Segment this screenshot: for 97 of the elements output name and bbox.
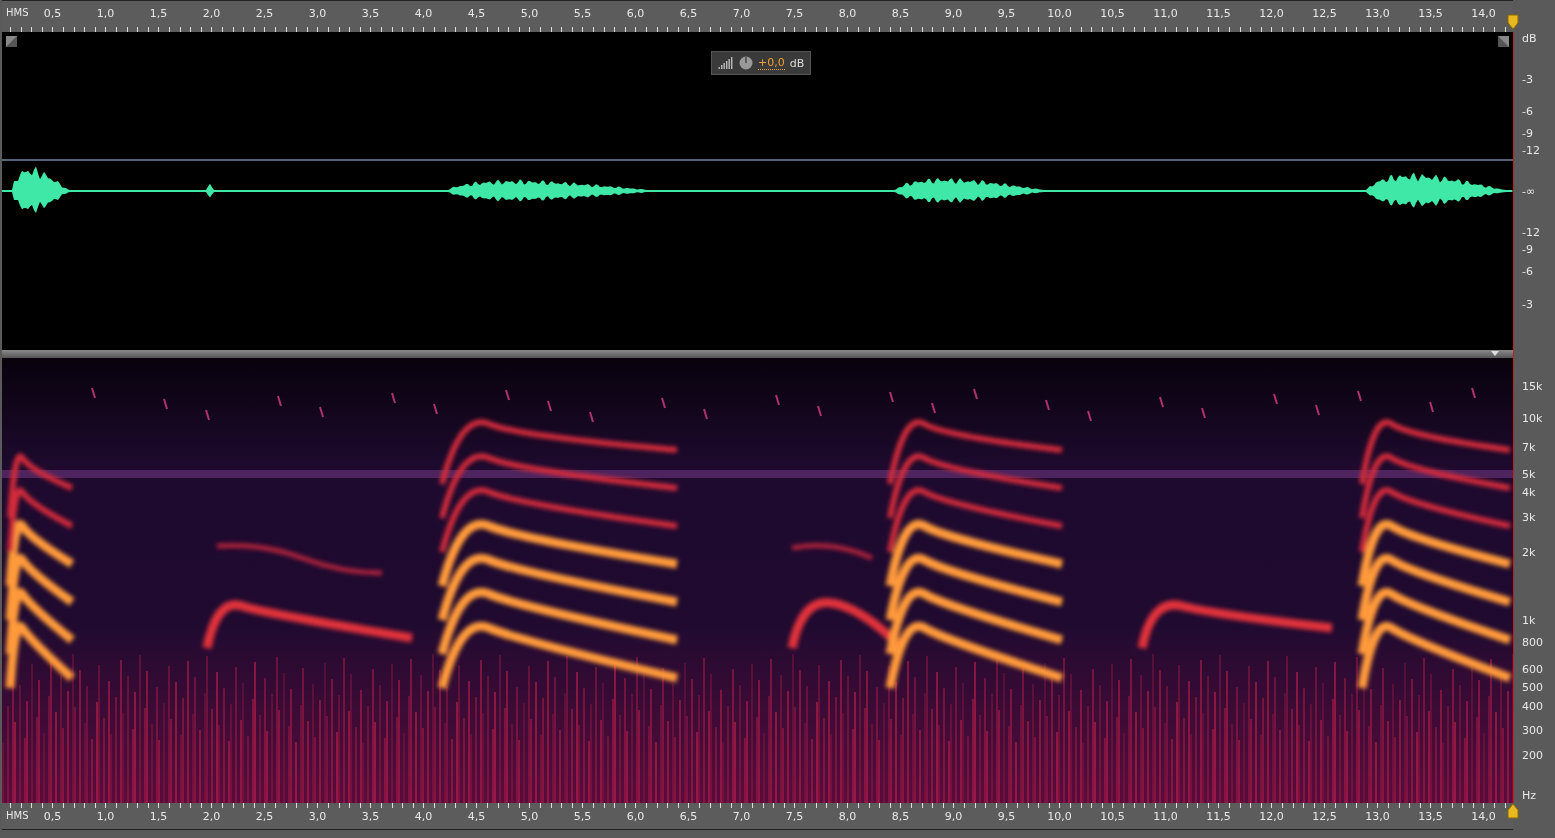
time-label: 1,5 xyxy=(148,810,169,823)
time-label: 9,0 xyxy=(943,7,964,20)
time-label: 14,0 xyxy=(1470,7,1497,20)
time-unit-label: HMS xyxy=(6,7,26,18)
time-label: 1,0 xyxy=(95,7,116,20)
time-label: 10,0 xyxy=(1046,7,1073,20)
frequency-scale-label: 10k xyxy=(1522,411,1543,425)
time-unit-label: HMS xyxy=(6,810,26,821)
time-label: 10,0 xyxy=(1046,810,1073,823)
db-scale-label: -6 xyxy=(1522,104,1533,118)
time-label: 10,5 xyxy=(1099,810,1126,823)
time-label: 13,0 xyxy=(1364,810,1391,823)
db-scale-label: dB xyxy=(1522,31,1537,45)
gain-unit: dB xyxy=(789,56,805,70)
waveform-panel[interactable]: +0,0 dB xyxy=(2,32,1513,350)
time-label: 9,5 xyxy=(996,810,1017,823)
time-label: 7,5 xyxy=(784,810,805,823)
time-label: 4,5 xyxy=(466,810,487,823)
time-label: 12,5 xyxy=(1311,7,1338,20)
level-bars-icon xyxy=(718,57,734,69)
frequency-scale-label: 1k xyxy=(1522,613,1536,627)
gain-value[interactable]: +0,0 xyxy=(758,56,785,70)
time-label: 2,5 xyxy=(254,7,275,20)
time-label: 14,0 xyxy=(1470,810,1497,823)
time-label: 5,0 xyxy=(519,810,540,823)
frequency-scale-label: 500 xyxy=(1522,680,1543,694)
time-label: 2,0 xyxy=(201,810,222,823)
time-label: 2,5 xyxy=(254,810,275,823)
frequency-scale-label: 3k xyxy=(1522,510,1536,524)
time-label: 9,0 xyxy=(943,810,964,823)
frequency-scale-label: 4k xyxy=(1522,485,1536,499)
corner-handle-icon[interactable] xyxy=(1498,36,1509,47)
db-scale-label: -12 xyxy=(1522,143,1540,157)
frequency-scale-label: Hz xyxy=(1522,788,1537,802)
frequency-scale-label: 400 xyxy=(1522,699,1543,713)
time-label: 6,5 xyxy=(678,7,699,20)
time-label: 11,5 xyxy=(1205,7,1232,20)
time-label: 6,0 xyxy=(625,810,646,823)
corner-handle-icon[interactable] xyxy=(6,36,17,47)
db-scale-label: -9 xyxy=(1522,126,1533,140)
frequency-scale-label: 5k xyxy=(1522,467,1536,481)
frequency-scale-label: 2k xyxy=(1522,545,1536,559)
dropdown-triangle-icon[interactable] xyxy=(1491,351,1499,356)
time-ruler[interactable]: HMS 0,5 1,0 1,5 2,0 2,5 3,0 3,5 4,0 4,5 5,0 5,5 6,0 6,5 7,0 7,5 8,0 8,5 9,0 9,5 10,0 10,5 11,0 11,5 12,0 12,5 13,0 13,5 14,0 xyxy=(2,0,1513,32)
time-label: 3,0 xyxy=(307,810,328,823)
time-label: 5,0 xyxy=(519,7,540,20)
time-label: 13,0 xyxy=(1364,7,1391,20)
time-label: 5,5 xyxy=(572,7,593,20)
gain-control[interactable]: +0,0 dB xyxy=(711,51,812,75)
frequency-scale-label: 200 xyxy=(1522,748,1543,762)
time-label: 1,5 xyxy=(148,7,169,20)
frequency-scale-label: 600 xyxy=(1522,662,1543,676)
time-label: 12,0 xyxy=(1258,810,1285,823)
time-label: 13,5 xyxy=(1417,810,1444,823)
time-label: 11,0 xyxy=(1152,810,1179,823)
time-label: 12,0 xyxy=(1258,7,1285,20)
db-scale-label: -6 xyxy=(1522,264,1533,278)
time-label: 11,0 xyxy=(1152,7,1179,20)
panel-splitter[interactable] xyxy=(2,350,1513,358)
time-label: 7,0 xyxy=(731,7,752,20)
time-label: 2,0 xyxy=(201,7,222,20)
playhead-marker-icon[interactable] xyxy=(1507,14,1519,30)
time-label: 1,0 xyxy=(95,810,116,823)
time-label: 11,5 xyxy=(1205,810,1232,823)
time-ruler[interactable]: HMS 0,5 1,0 1,5 2,0 2,5 3,0 3,5 4,0 4,5 5,0 5,5 6,0 6,5 7,0 7,5 8,0 8,5 9,0 9,5 10,0 10,5 11,0 11,5 12,0 12,5 13,0 13,5 14,0 xyxy=(2,803,1513,830)
time-label: 13,5 xyxy=(1417,7,1444,20)
frequency-scale-label: 800 xyxy=(1522,635,1543,649)
time-label: 3,5 xyxy=(360,810,381,823)
db-scale-label: -∞ xyxy=(1522,184,1536,198)
knob-icon[interactable] xyxy=(739,56,753,70)
time-label: 8,5 xyxy=(890,7,911,20)
time-label: 3,0 xyxy=(307,7,328,20)
time-label: 7,5 xyxy=(784,7,805,20)
time-label: 3,5 xyxy=(360,7,381,20)
time-label: 6,0 xyxy=(625,7,646,20)
db-scale-label: -3 xyxy=(1522,72,1533,86)
db-scale-label: -12 xyxy=(1522,225,1540,239)
time-label: 4,0 xyxy=(413,810,434,823)
time-label: 0,5 xyxy=(42,7,63,20)
playhead-marker-icon[interactable] xyxy=(1507,803,1519,819)
frequency-scale-label: 300 xyxy=(1522,723,1543,737)
time-label: 8,0 xyxy=(837,7,858,20)
db-scale-label: -3 xyxy=(1522,297,1533,311)
time-label: 9,5 xyxy=(996,7,1017,20)
db-scale-label: -9 xyxy=(1522,242,1533,256)
time-label: 8,0 xyxy=(837,810,858,823)
time-label: 0,5 xyxy=(42,810,63,823)
frequency-scale-label: 7k xyxy=(1522,440,1536,454)
time-label: 5,5 xyxy=(572,810,593,823)
time-label: 10,5 xyxy=(1099,7,1126,20)
time-label: 12,5 xyxy=(1311,810,1338,823)
frequency-scale-label: 15k xyxy=(1522,379,1543,393)
time-label: 4,5 xyxy=(466,7,487,20)
time-label: 7,0 xyxy=(731,810,752,823)
time-label: 6,5 xyxy=(678,810,699,823)
time-label: 8,5 xyxy=(890,810,911,823)
time-label: 4,0 xyxy=(413,7,434,20)
